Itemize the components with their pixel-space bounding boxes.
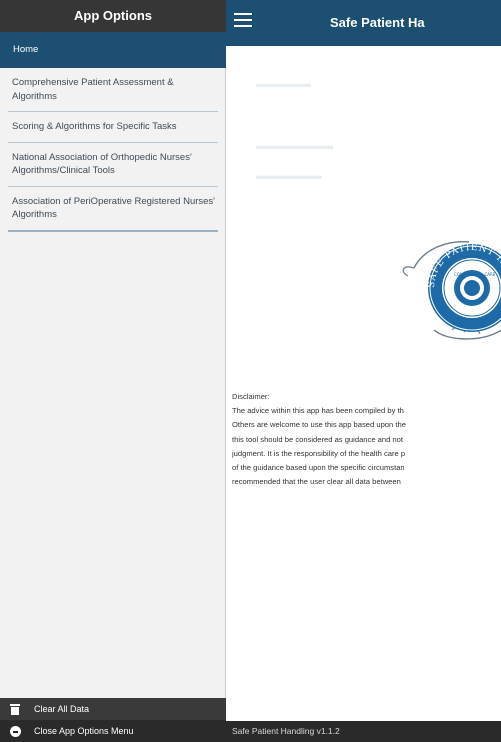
sidebar-title: App Options xyxy=(0,0,226,32)
safe-patient-handling-logo: SAFE PATIENT HA COMPASSION · CARE · CONC… xyxy=(402,241,501,340)
sidebar-item-home[interactable]: Home xyxy=(0,32,226,68)
ghost-text: ▬▬▬▬▬ xyxy=(256,78,311,90)
clear-all-data-button[interactable]: Clear All Data xyxy=(0,698,226,721)
disclaimer-line: Others are welcome to use this app based… xyxy=(232,420,406,430)
menu-icon[interactable] xyxy=(234,12,252,28)
version-label: Safe Patient Handling v1.1.2 xyxy=(232,726,340,736)
sidebar-item-scoring-algorithms[interactable]: Scoring & Algorithms for Specific Tasks xyxy=(8,112,218,143)
disclaimer-line: this tool should be considered as guidan… xyxy=(232,434,403,444)
clear-all-data-label: Clear All Data xyxy=(34,704,90,714)
close-app-options-button[interactable]: Close App Options Menu xyxy=(0,721,226,742)
sidebar-item-comprehensive-assessment[interactable]: Comprehensive Patient Assessment & Algor… xyxy=(8,68,218,112)
disclaimer-line: judgment. It is the responsibility of th… xyxy=(232,448,406,458)
disclaimer-heading: Disclaimer: xyxy=(232,392,270,401)
close-app-options-label: Close App Options Menu xyxy=(34,726,134,736)
sidebar-menu: Home Comprehensive Patient Assessment & … xyxy=(0,32,226,232)
disclaimer-line: The advice within this app has been comp… xyxy=(232,406,404,416)
main-panel: Safe Patient Ha ▬▬▬▬▬ ▬▬▬▬▬▬▬ ▬▬▬▬▬▬ SAF… xyxy=(226,0,501,742)
app-header: Safe Patient Ha xyxy=(226,0,501,46)
svg-text:COMPASSION · CARE · CONCERN: COMPASSION · CARE · CONCERN xyxy=(454,272,501,277)
ghost-text: ▬▬▬▬▬▬▬ xyxy=(256,140,333,152)
app-footer: Safe Patient Handling v1.1.2 xyxy=(226,721,501,742)
disclaimer-line: recommended that the user clear all data… xyxy=(232,477,401,487)
trash-icon xyxy=(10,704,20,715)
page-title: Safe Patient Ha xyxy=(330,15,425,30)
disclaimer-line: of the guidance based upon the specific … xyxy=(232,463,405,473)
close-circle-icon xyxy=(10,726,21,737)
disclaimer-text: Disclaimer: The advice within this app h… xyxy=(232,390,501,489)
ghost-text: ▬▬▬▬▬▬ xyxy=(256,170,322,182)
sidebar-item-orthopedic-nurses[interactable]: National Association of Orthopedic Nurse… xyxy=(8,143,218,187)
app-options-sidebar: App Options Home Comprehensive Patient A… xyxy=(0,0,226,742)
sidebar-item-perioperative-nurses[interactable]: Association of PeriOperative Registered … xyxy=(8,187,218,232)
